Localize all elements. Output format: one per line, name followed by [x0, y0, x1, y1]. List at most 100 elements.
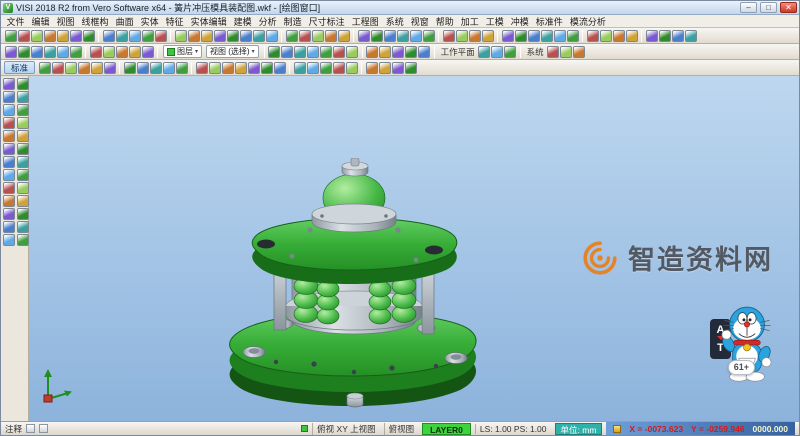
tool-icon[interactable]	[17, 169, 29, 181]
tool-icon[interactable]	[91, 62, 103, 74]
tool-icon[interactable]	[423, 30, 435, 42]
tool-icon[interactable]	[325, 30, 337, 42]
menu-item[interactable]: 曲面	[112, 15, 137, 28]
tool-icon[interactable]	[333, 46, 345, 58]
tool-icon[interactable]	[456, 30, 468, 42]
tool-icon[interactable]	[209, 62, 221, 74]
tool-icon[interactable]	[338, 30, 350, 42]
tool-icon[interactable]	[613, 30, 625, 42]
tool-icon[interactable]	[3, 156, 15, 168]
menu-item[interactable]: 冲模	[507, 15, 532, 28]
tool-icon[interactable]	[103, 46, 115, 58]
tool-icon[interactable]	[346, 62, 358, 74]
tool-icon[interactable]	[346, 46, 358, 58]
tool-icon[interactable]	[57, 46, 69, 58]
menu-item[interactable]: 编辑	[28, 15, 53, 28]
tool-icon[interactable]	[240, 30, 252, 42]
tool-icon[interactable]	[379, 62, 391, 74]
tool-icon[interactable]	[392, 46, 404, 58]
minimize-button[interactable]: –	[740, 2, 757, 13]
tool-icon[interactable]	[3, 182, 15, 194]
grid-toggle-icon[interactable]	[39, 424, 48, 433]
tool-icon[interactable]	[307, 62, 319, 74]
menu-item[interactable]: 工模	[482, 15, 507, 28]
tool-icon[interactable]	[103, 30, 115, 42]
menu-item[interactable]: 加工	[457, 15, 482, 28]
tool-icon[interactable]	[142, 30, 154, 42]
tool-icon[interactable]	[116, 46, 128, 58]
menu-item[interactable]: 建模	[230, 15, 255, 28]
tool-icon[interactable]	[17, 104, 29, 116]
tool-icon[interactable]	[405, 62, 417, 74]
tool-icon[interactable]	[286, 30, 298, 42]
menu-item[interactable]: 实体编辑	[187, 15, 230, 28]
tool-icon[interactable]	[214, 30, 226, 42]
tool-icon[interactable]	[418, 46, 430, 58]
tool-icon[interactable]	[163, 62, 175, 74]
tool-icon[interactable]	[3, 234, 15, 246]
tool-icon[interactable]	[384, 30, 396, 42]
tool-icon[interactable]	[685, 30, 697, 42]
doraemon-sticker[interactable]	[721, 305, 773, 393]
tool-icon[interactable]	[65, 62, 77, 74]
tool-icon[interactable]	[3, 91, 15, 103]
tool-icon[interactable]	[201, 30, 213, 42]
tool-icon[interactable]	[70, 30, 82, 42]
tool-icon[interactable]	[274, 62, 286, 74]
tool-icon[interactable]	[410, 30, 422, 42]
menu-item[interactable]: 制造	[280, 15, 305, 28]
tool-icon[interactable]	[227, 30, 239, 42]
tool-icon[interactable]	[358, 30, 370, 42]
viewport[interactable]: 智造资料网 A T	[29, 76, 799, 421]
tool-icon[interactable]	[137, 62, 149, 74]
tool-icon[interactable]	[397, 30, 409, 42]
tool-icon[interactable]	[196, 62, 208, 74]
tool-icon[interactable]	[547, 46, 559, 58]
tool-icon[interactable]	[116, 30, 128, 42]
tool-icon[interactable]	[469, 30, 481, 42]
tool-icon[interactable]	[5, 46, 17, 58]
tool-icon[interactable]	[261, 62, 273, 74]
tool-icon[interactable]	[17, 78, 29, 90]
tool-icon[interactable]	[83, 30, 95, 42]
tool-icon[interactable]	[600, 30, 612, 42]
close-button[interactable]: ✕	[780, 2, 797, 13]
tool-icon[interactable]	[17, 182, 29, 194]
tool-icon[interactable]	[3, 195, 15, 207]
tool-icon[interactable]	[235, 62, 247, 74]
tool-icon[interactable]	[142, 46, 154, 58]
tool-icon[interactable]	[3, 143, 15, 155]
tool-icon[interactable]	[560, 46, 572, 58]
tool-icon[interactable]	[502, 30, 514, 42]
view-orientation[interactable]: 俯视 XY 上视图	[312, 423, 379, 435]
menu-item[interactable]: 线框构	[78, 15, 112, 28]
tool-icon[interactable]	[478, 46, 490, 58]
tool-icon[interactable]	[392, 62, 404, 74]
count-badge[interactable]: 61+	[728, 360, 755, 375]
tool-icon[interactable]	[3, 117, 15, 129]
tool-icon[interactable]	[31, 30, 43, 42]
tool-icon[interactable]	[52, 62, 64, 74]
tool-icon[interactable]	[44, 46, 56, 58]
tool-icon[interactable]	[17, 221, 29, 233]
tool-icon[interactable]	[104, 62, 116, 74]
tool-icon[interactable]	[17, 91, 29, 103]
tool-icon[interactable]	[17, 208, 29, 220]
menu-item[interactable]: 尺寸标注	[305, 15, 348, 28]
tool-icon[interactable]	[57, 30, 69, 42]
menu-item[interactable]: 工程图	[348, 15, 382, 28]
tool-icon[interactable]	[268, 46, 280, 58]
tool-icon[interactable]	[70, 46, 82, 58]
tool-icon[interactable]	[294, 46, 306, 58]
tool-icon[interactable]	[504, 46, 516, 58]
tool-icon[interactable]	[333, 62, 345, 74]
tool-icon[interactable]	[248, 62, 260, 74]
tool-icon[interactable]	[379, 46, 391, 58]
tool-icon[interactable]	[18, 30, 30, 42]
tool-icon[interactable]	[307, 46, 319, 58]
tool-icon[interactable]	[3, 130, 15, 142]
tool-icon[interactable]	[129, 30, 141, 42]
menu-item[interactable]: 标准件	[532, 15, 566, 28]
tool-icon[interactable]	[39, 62, 51, 74]
tool-icon[interactable]	[3, 169, 15, 181]
